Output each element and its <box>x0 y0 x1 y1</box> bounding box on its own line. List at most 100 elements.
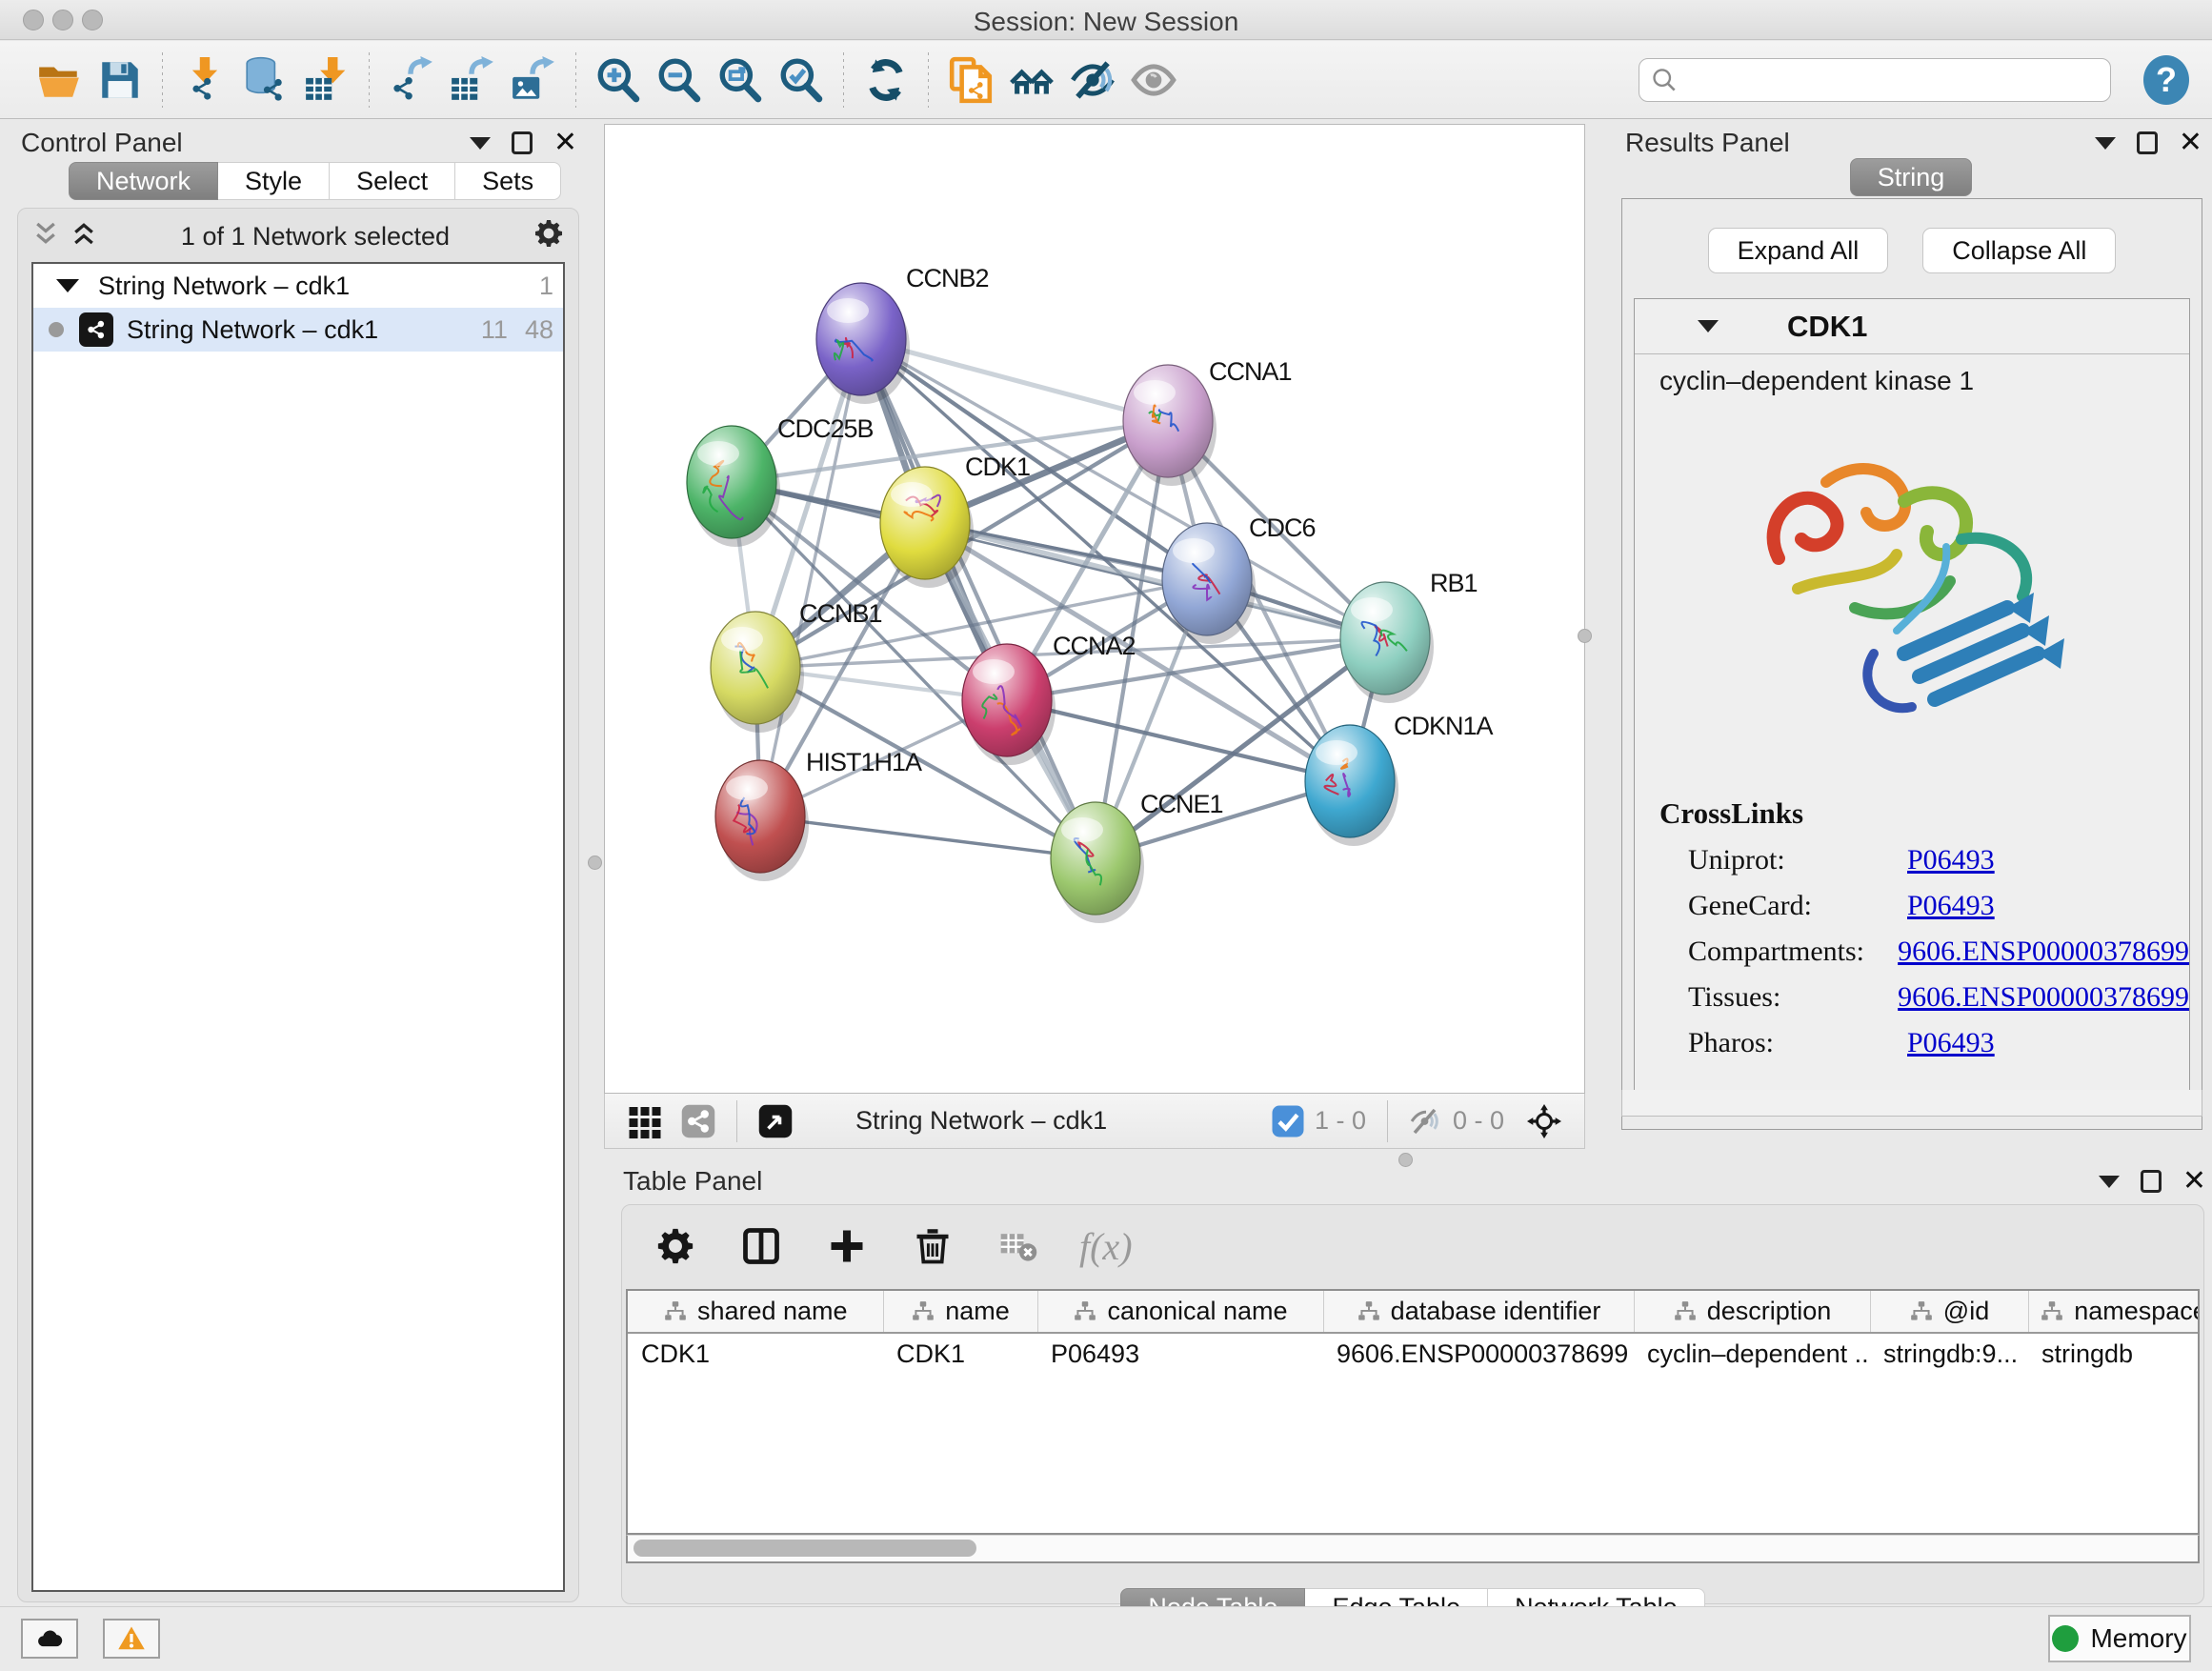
close-panel-icon[interactable]: ✕ <box>2182 1167 2206 1196</box>
hide-selection-icon[interactable] <box>1062 50 1123 111</box>
network-node-CDC6[interactable]: CDC6 <box>1162 513 1316 644</box>
protein-card-header[interactable]: CDK1 <box>1635 299 2189 354</box>
grid-view-icon[interactable] <box>628 1104 662 1138</box>
cloud-status-button[interactable] <box>21 1619 78 1659</box>
column-header-id[interactable]: @id <box>1870 1291 2028 1333</box>
save-session-icon[interactable] <box>90 50 151 111</box>
table-cell[interactable]: CDK1 <box>628 1333 883 1375</box>
panel-menu-icon[interactable] <box>2099 1176 2120 1188</box>
memory-button[interactable]: Memory <box>2048 1615 2191 1662</box>
network-node-RB1[interactable]: RB1 <box>1340 569 1478 703</box>
crosslink-link[interactable]: 9606.ENSP00000378699 <box>1898 981 2189 1014</box>
network-node-CDK1[interactable]: CDK1 <box>880 453 1030 588</box>
crosslink-link[interactable]: P06493 <box>1907 844 1995 876</box>
panel-menu-icon[interactable] <box>470 137 491 150</box>
column-header-database-identifier[interactable]: database identifier <box>1323 1291 1634 1333</box>
hidden-eye-icon[interactable] <box>1409 1104 1443 1138</box>
add-column-icon[interactable] <box>822 1221 872 1271</box>
network-node-HIST1H1A[interactable]: HIST1H1A <box>715 748 922 881</box>
network-collection-row[interactable]: String Network – cdk1 1 <box>33 264 563 308</box>
collapse-all-button[interactable]: Collapse All <box>1922 228 2116 273</box>
panel-menu-icon[interactable] <box>2095 137 2116 150</box>
expand-all-icon[interactable] <box>70 219 98 254</box>
crosslink-link[interactable]: P06493 <box>1907 890 1995 922</box>
tab-sets[interactable]: Sets <box>455 162 561 200</box>
export-network-icon[interactable] <box>381 50 442 111</box>
table-options-gear-icon[interactable] <box>651 1221 700 1271</box>
network-node-CCNA1[interactable]: CCNA1 <box>1123 357 1292 486</box>
left-splitter-handle[interactable] <box>588 856 602 870</box>
column-header-shared-name[interactable]: shared name <box>628 1291 883 1333</box>
crosslinks-title: CrossLinks <box>1659 796 2189 831</box>
crosslink-link[interactable]: 9606.ENSP00000378699 <box>1898 936 2189 968</box>
float-panel-icon[interactable] <box>512 131 533 154</box>
zoom-out-icon[interactable] <box>649 50 710 111</box>
table-horizontal-scrollbar[interactable] <box>626 1535 2200 1563</box>
crosslink-link[interactable]: P06493 <box>1907 1027 1995 1059</box>
apply-layout-icon[interactable] <box>855 50 916 111</box>
tab-string[interactable]: String <box>1850 158 1973 196</box>
float-panel-icon[interactable] <box>2137 131 2158 154</box>
network-badge-icon[interactable] <box>681 1104 715 1138</box>
export-image-icon[interactable] <box>503 50 564 111</box>
search-input[interactable] <box>1678 65 2099 94</box>
selected-checkbox-icon[interactable] <box>1271 1104 1305 1138</box>
table-cell[interactable]: cyclin–dependent ... <box>1634 1333 1870 1375</box>
right-splitter-handle[interactable] <box>1578 629 1592 643</box>
import-network-icon[interactable] <box>174 50 235 111</box>
collapse-all-icon[interactable] <box>31 219 60 254</box>
import-table-icon[interactable] <box>296 50 357 111</box>
network-node-CDKN1A[interactable]: CDKN1A <box>1305 712 1494 846</box>
table-cell[interactable]: P06493 <box>1037 1333 1323 1375</box>
close-panel-icon[interactable]: ✕ <box>553 129 577 157</box>
show-columns-icon[interactable] <box>736 1221 786 1271</box>
zoom-in-icon[interactable] <box>588 50 649 111</box>
network-graph[interactable]: CCNB2 CCNA1 CDC25B CDK1 CDC6 <box>605 125 1584 1093</box>
network-edge[interactable] <box>1007 700 1350 781</box>
expand-all-button[interactable]: Expand All <box>1708 228 1889 273</box>
network-node-CCNA2[interactable]: CCNA2 <box>962 632 1136 765</box>
show-all-icon[interactable] <box>1123 50 1184 111</box>
table-cell[interactable]: 9606.ENSP00000378699 <box>1323 1333 1634 1375</box>
network-view-canvas[interactable]: CCNB2 CCNA1 CDC25B CDK1 CDC6 <box>604 124 1585 1094</box>
close-panel-icon[interactable]: ✕ <box>2179 129 2202 157</box>
open-session-icon[interactable] <box>29 50 90 111</box>
network-node-CDC25B[interactable]: CDC25B <box>687 414 874 547</box>
import-database-icon[interactable] <box>235 50 296 111</box>
table-cell[interactable]: stringdb:9... <box>1870 1333 2028 1375</box>
first-neighbors-icon[interactable] <box>1001 50 1062 111</box>
network-edge[interactable] <box>861 339 1096 858</box>
float-panel-icon[interactable] <box>2141 1170 2162 1193</box>
network-edge[interactable] <box>760 816 1096 858</box>
table-cell[interactable]: stringdb <box>2028 1333 2200 1375</box>
zoom-selected-icon[interactable] <box>771 50 832 111</box>
column-header-description[interactable]: description <box>1634 1291 1870 1333</box>
toolbar-search[interactable] <box>1639 58 2111 102</box>
tab-network[interactable]: Network <box>69 162 218 200</box>
collapse-section-icon[interactable] <box>1698 320 1719 332</box>
warnings-button[interactable] <box>103 1619 160 1659</box>
delete-column-icon[interactable] <box>908 1221 957 1271</box>
column-header-canonical-name[interactable]: canonical name <box>1037 1291 1323 1333</box>
network-node-CCNE1[interactable]: CCNE1 <box>1051 790 1223 923</box>
network-row[interactable]: String Network – cdk1 11 48 <box>33 308 563 352</box>
table-row[interactable]: CDK1CDK1P064939606.ENSP00000378699cyclin… <box>628 1333 2200 1375</box>
network-edge[interactable] <box>760 339 861 816</box>
scrollbar-handle[interactable] <box>633 1540 976 1557</box>
duplicate-network-icon[interactable] <box>940 50 1001 111</box>
table-cell[interactable]: CDK1 <box>883 1333 1037 1375</box>
column-header-name[interactable]: name <box>883 1291 1037 1333</box>
column-header-namespace[interactable]: namespace <box>2028 1291 2200 1333</box>
results-scrollbar-track[interactable] <box>1621 1090 2202 1117</box>
network-node-CCNB1[interactable]: CCNB1 <box>711 599 882 733</box>
export-table-icon[interactable] <box>442 50 503 111</box>
zoom-fit-icon[interactable] <box>710 50 771 111</box>
birds-eye-view-icon[interactable] <box>758 1104 793 1138</box>
network-options-gear-icon[interactable] <box>533 217 565 256</box>
crosshair-pan-icon[interactable] <box>1527 1104 1561 1138</box>
help-icon[interactable]: ? <box>2143 55 2189 105</box>
network-node-CCNB2[interactable]: CCNB2 <box>816 264 989 404</box>
tab-style[interactable]: Style <box>218 162 330 200</box>
tab-select[interactable]: Select <box>330 162 455 200</box>
collapse-collection-icon[interactable] <box>56 279 79 292</box>
